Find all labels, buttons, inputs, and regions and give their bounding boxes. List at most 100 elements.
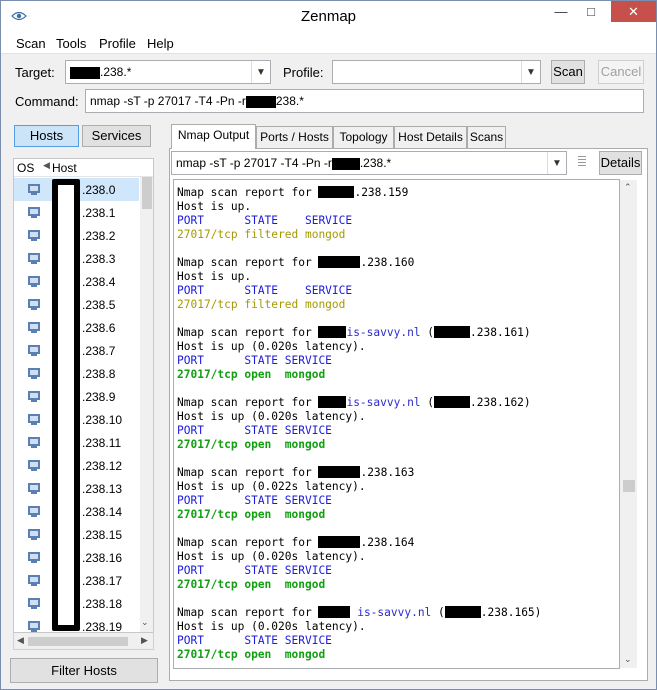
host-address: .238.5 <box>82 298 116 312</box>
host-list-hscrollbar[interactable]: ◀ ▶ <box>13 633 154 650</box>
scrollbar-thumb[interactable] <box>142 177 152 209</box>
command-suffix: 238.* <box>275 94 304 108</box>
os-windows-icon <box>28 368 40 379</box>
report-line: Nmap scan report for .238.163 <box>177 466 415 479</box>
nmap-output-text[interactable]: Nmap scan report for .238.159 Host is up… <box>173 179 620 669</box>
report-line: Host is up (0.020s latency). <box>177 550 366 563</box>
redaction-block <box>52 179 80 631</box>
report-line: Host is up. <box>177 200 252 213</box>
minimize-button[interactable]: — <box>547 1 575 22</box>
cancel-button[interactable]: Cancel <box>598 60 644 84</box>
services-toggle-button[interactable]: Services <box>82 125 151 147</box>
host-address: .238.14 <box>82 505 123 519</box>
filter-hosts-button[interactable]: Filter Hosts <box>10 658 158 683</box>
port-header-line: PORT STATE SERVICE <box>177 634 332 647</box>
scrollbar-thumb[interactable] <box>623 480 635 492</box>
scroll-down-icon[interactable]: ⌄ <box>624 654 632 665</box>
column-host[interactable]: Host <box>52 161 77 175</box>
host-address: .238.0 <box>82 183 116 197</box>
hscrollbar-thumb[interactable] <box>28 637 128 646</box>
host-address: .238.6 <box>82 321 116 335</box>
tab-topology[interactable]: Topology <box>333 126 394 148</box>
os-windows-icon <box>28 322 40 333</box>
report-line: Nmap scan report for .238.164 <box>177 536 415 549</box>
os-windows-icon <box>28 529 40 540</box>
port-header-line: PORT STATE SERVICE <box>177 424 332 437</box>
host-address: .238.4 <box>82 275 116 289</box>
column-os[interactable]: OS <box>17 161 34 175</box>
maximize-button[interactable]: □ <box>577 1 605 22</box>
report-line: Nmap scan report for is-savvy.nl (.238.1… <box>177 606 542 619</box>
port-header-line: PORT STATE SERVICE <box>177 284 353 297</box>
title-bar: Zenmap — □ ✕ <box>1 1 656 32</box>
os-windows-icon <box>28 598 40 609</box>
menu-bar: Scan Tools Profile Help <box>1 32 656 54</box>
menu-scan[interactable]: Scan <box>16 36 46 51</box>
port-header-line: PORT STATE SERVICE <box>177 214 353 227</box>
tab-scans[interactable]: Scans <box>467 126 506 148</box>
port-line: 27017/tcp open mongod <box>177 438 326 451</box>
command-input[interactable]: nmap -sT -p 27017 -T4 -Pn -r 238.* <box>85 89 644 113</box>
redaction-block <box>245 95 276 108</box>
os-windows-icon <box>28 506 40 517</box>
scroll-right-icon[interactable]: ▶ <box>141 635 148 646</box>
report-line: Nmap scan report for .238.160 <box>177 256 415 269</box>
os-windows-icon <box>28 253 40 264</box>
tab-nmap-output[interactable]: Nmap Output <box>171 124 256 149</box>
os-windows-icon <box>28 621 40 632</box>
host-address: .238.8 <box>82 367 116 381</box>
scan-button[interactable]: Scan <box>551 60 585 84</box>
port-line: 27017/tcp open mongod <box>177 508 326 521</box>
selector-suffix: .238.* <box>359 156 392 170</box>
grip-icon <box>578 156 586 166</box>
report-line: Host is up (0.020s latency). <box>177 340 366 353</box>
hosts-toggle-button[interactable]: Hosts <box>14 125 79 147</box>
report-line: Host is up (0.022s latency). <box>177 480 366 493</box>
port-header-line: PORT STATE SERVICE <box>177 494 332 507</box>
menu-help[interactable]: Help <box>147 36 174 51</box>
tab-ports-hosts[interactable]: Ports / Hosts <box>256 126 333 148</box>
host-list[interactable]: OS ◀ Host .238.0 .238.1 .238.2 .238.3 .238.4… <box>13 158 154 633</box>
port-header-line: PORT STATE SERVICE <box>177 354 332 367</box>
port-line: 27017/tcp filtered mongod <box>177 228 346 241</box>
os-windows-icon <box>28 460 40 471</box>
chevron-down-icon[interactable]: ▼ <box>251 61 270 83</box>
target-value: .238.* <box>100 65 132 79</box>
host-address: .238.16 <box>82 551 123 565</box>
host-address: .238.13 <box>82 482 123 496</box>
report-line: Host is up. <box>177 270 252 283</box>
os-windows-icon <box>28 483 40 494</box>
target-combobox[interactable]: .238.* ▼ <box>65 60 271 84</box>
profile-combobox[interactable]: ▼ <box>332 60 541 84</box>
redaction-block <box>70 66 100 79</box>
os-windows-icon <box>28 575 40 586</box>
os-windows-icon <box>28 230 40 241</box>
selector-prefix: nmap -sT -p 27017 -T4 -Pn -r <box>176 156 332 170</box>
host-address: .238.3 <box>82 252 116 266</box>
scroll-down-icon[interactable]: ⌄ <box>141 617 149 628</box>
chevron-down-icon[interactable]: ▼ <box>521 61 540 83</box>
details-button[interactable]: Details <box>599 151 642 175</box>
os-windows-icon <box>28 345 40 356</box>
output-scrollbar[interactable]: ⌃ ⌄ <box>620 180 637 668</box>
scroll-left-icon[interactable]: ◀ <box>17 635 24 646</box>
scroll-up-icon[interactable]: ⌃ <box>624 182 632 193</box>
tab-host-details[interactable]: Host Details <box>394 126 467 148</box>
os-windows-icon <box>28 437 40 448</box>
menu-profile[interactable]: Profile <box>99 36 136 51</box>
host-address: .238.1 <box>82 206 116 220</box>
chevron-down-icon[interactable]: ▼ <box>547 152 566 174</box>
close-button[interactable]: ✕ <box>611 1 656 22</box>
os-windows-icon <box>28 276 40 287</box>
port-line: 27017/tcp open mongod <box>177 648 326 661</box>
report-line: Nmap scan report for .238.159 <box>177 186 409 199</box>
output-scan-selector[interactable]: nmap -sT -p 27017 -T4 -Pn -r .238.* ▼ <box>171 151 567 175</box>
command-label: Command: <box>15 94 79 109</box>
menu-tools[interactable]: Tools <box>56 36 86 51</box>
host-address: .238.10 <box>82 413 123 427</box>
os-windows-icon <box>28 552 40 563</box>
port-line: 27017/tcp filtered mongod <box>177 298 346 311</box>
command-text: nmap -sT -p 27017 -T4 -Pn -r 238.* <box>90 94 304 108</box>
host-list-header: OS ◀ Host <box>14 159 153 177</box>
host-list-scrollbar[interactable]: ⌄ <box>140 177 153 632</box>
